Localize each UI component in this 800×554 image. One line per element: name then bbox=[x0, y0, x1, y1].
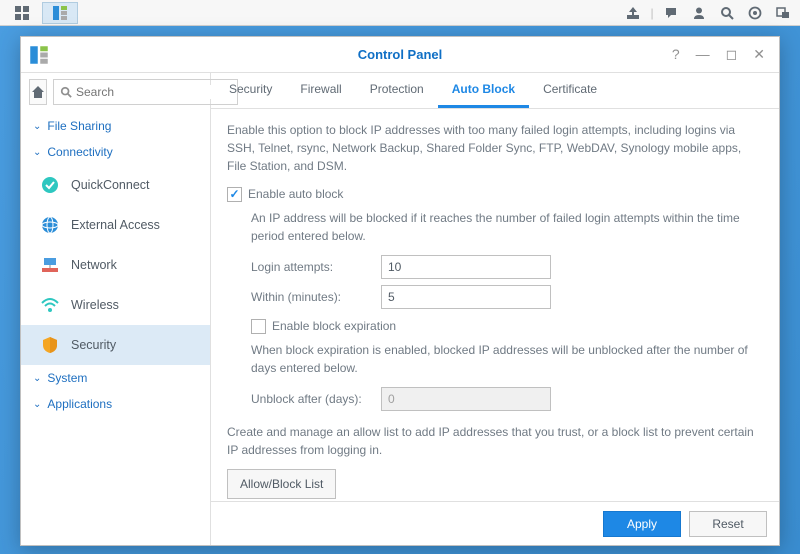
sidebar-item-label: External Access bbox=[71, 218, 160, 232]
window-titlebar: Control Panel ? — ◻ ✕ bbox=[21, 37, 779, 73]
network-icon bbox=[39, 254, 61, 276]
tab-security[interactable]: Security bbox=[215, 73, 286, 108]
window-help-icon[interactable]: ? bbox=[668, 44, 684, 65]
reset-button[interactable]: Reset bbox=[689, 511, 767, 537]
main-panel: Security Firewall Protection Auto Block … bbox=[211, 73, 779, 545]
desktop-taskbar: | bbox=[0, 0, 800, 26]
wifi-icon bbox=[39, 294, 61, 316]
control-panel-icon bbox=[29, 45, 49, 65]
apply-button[interactable]: Apply bbox=[603, 511, 681, 537]
section-label: File Sharing bbox=[47, 119, 111, 133]
tray-upload-icon[interactable] bbox=[620, 0, 646, 26]
login-attempts-input[interactable] bbox=[381, 255, 551, 279]
sidebar-item-network[interactable]: Network bbox=[21, 245, 210, 285]
sidebar: ⌄ File Sharing ⌄ Connectivity QuickConne… bbox=[21, 73, 211, 545]
chevron-down-icon: ⌄ bbox=[33, 373, 41, 384]
window-close-icon[interactable]: ✕ bbox=[749, 44, 769, 65]
enable-auto-block-checkbox[interactable] bbox=[227, 187, 242, 202]
chevron-down-icon: ⌄ bbox=[33, 121, 41, 132]
taskbar-app-control-panel[interactable] bbox=[42, 2, 78, 24]
tray-widgets-icon[interactable] bbox=[742, 0, 768, 26]
tab-bar: Security Firewall Protection Auto Block … bbox=[211, 73, 779, 109]
section-label: Applications bbox=[47, 397, 112, 411]
footer: Apply Reset bbox=[211, 501, 779, 545]
sidebar-item-quickconnect[interactable]: QuickConnect bbox=[21, 165, 210, 205]
chevron-down-icon: ⌄ bbox=[33, 147, 41, 158]
tab-firewall[interactable]: Firewall bbox=[286, 73, 355, 108]
search-input[interactable] bbox=[76, 85, 231, 99]
enable-expiration-checkbox[interactable] bbox=[251, 319, 266, 334]
enable-expiration-label: Enable block expiration bbox=[272, 317, 396, 335]
within-minutes-input[interactable] bbox=[381, 285, 551, 309]
sidebar-item-label: Security bbox=[71, 338, 116, 352]
allowlist-description: Create and manage an allow list to add I… bbox=[227, 423, 763, 459]
shield-icon bbox=[39, 334, 61, 356]
tray-pip-icon[interactable] bbox=[770, 0, 796, 26]
section-connectivity[interactable]: ⌄ Connectivity bbox=[21, 139, 210, 165]
section-file-sharing[interactable]: ⌄ File Sharing bbox=[21, 113, 210, 139]
unblock-after-label: Unblock after (days): bbox=[251, 390, 381, 408]
expiration-description: When block expiration is enabled, blocke… bbox=[251, 341, 763, 377]
sidebar-item-wireless[interactable]: Wireless bbox=[21, 285, 210, 325]
window-maximize-icon[interactable]: ◻ bbox=[722, 44, 742, 65]
sidebar-item-label: Network bbox=[71, 258, 117, 272]
taskbar-app-grid[interactable] bbox=[4, 2, 40, 24]
sidebar-item-security[interactable]: Security bbox=[21, 325, 210, 365]
content-area: Enable this option to block IP addresses… bbox=[211, 109, 779, 501]
home-icon bbox=[30, 84, 46, 100]
chevron-down-icon: ⌄ bbox=[33, 399, 41, 410]
section-label: System bbox=[47, 371, 87, 385]
tab-protection[interactable]: Protection bbox=[356, 73, 438, 108]
allow-block-list-button[interactable]: Allow/Block List bbox=[227, 469, 336, 499]
tray-user-icon[interactable] bbox=[686, 0, 712, 26]
tray-chat-icon[interactable] bbox=[658, 0, 684, 26]
section-label: Connectivity bbox=[47, 145, 112, 159]
intro-text: Enable this option to block IP addresses… bbox=[227, 121, 763, 175]
control-panel-window: Control Panel ? — ◻ ✕ ⌄ File Sharing bbox=[20, 36, 780, 546]
sidebar-item-label: Wireless bbox=[71, 298, 119, 312]
within-minutes-label: Within (minutes): bbox=[251, 288, 381, 306]
lockout-description: An IP address will be blocked if it reac… bbox=[251, 209, 763, 245]
login-attempts-label: Login attempts: bbox=[251, 258, 381, 276]
search-icon bbox=[60, 86, 72, 98]
tray-search-icon[interactable] bbox=[714, 0, 740, 26]
quickconnect-icon bbox=[39, 174, 61, 196]
tab-auto-block[interactable]: Auto Block bbox=[438, 73, 529, 108]
sidebar-item-external-access[interactable]: External Access bbox=[21, 205, 210, 245]
sidebar-item-label: QuickConnect bbox=[71, 178, 150, 192]
section-applications[interactable]: ⌄ Applications bbox=[21, 391, 210, 417]
window-minimize-icon[interactable]: — bbox=[692, 44, 714, 65]
globe-icon bbox=[39, 214, 61, 236]
unblock-after-input bbox=[381, 387, 551, 411]
home-button[interactable] bbox=[29, 79, 47, 105]
window-title: Control Panel bbox=[21, 47, 779, 62]
section-system[interactable]: ⌄ System bbox=[21, 365, 210, 391]
tray-separator: | bbox=[648, 0, 656, 26]
enable-auto-block-label: Enable auto block bbox=[248, 185, 343, 203]
tab-certificate[interactable]: Certificate bbox=[529, 73, 611, 108]
